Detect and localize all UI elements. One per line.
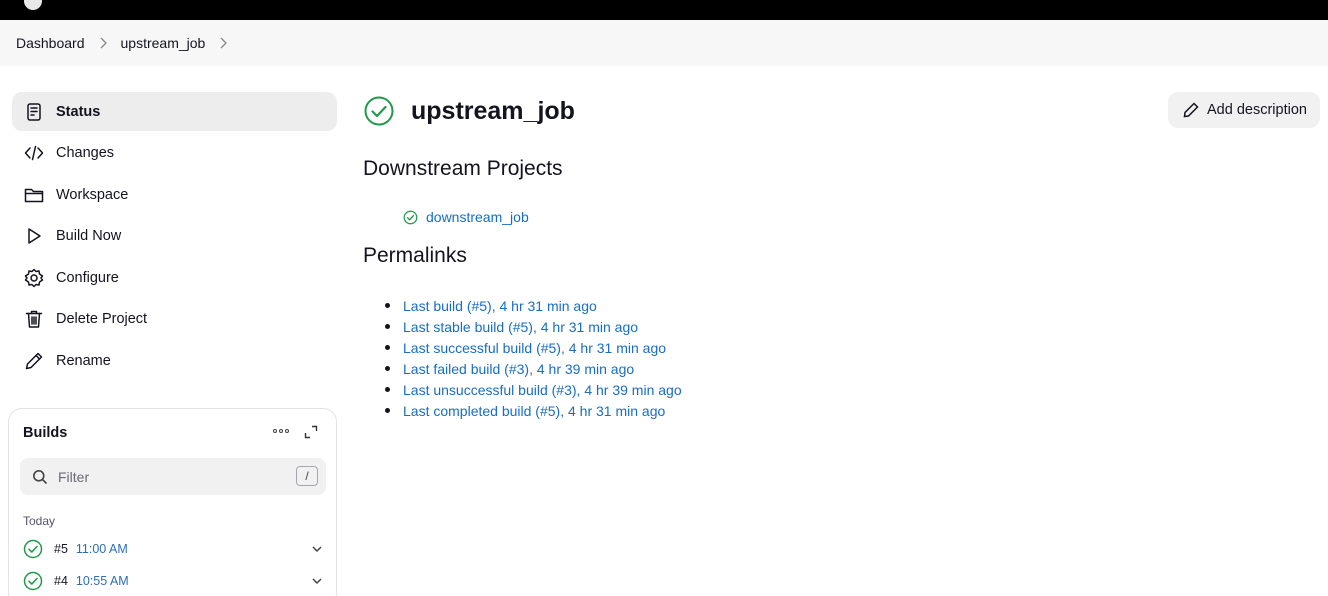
filter-input[interactable] [58,468,278,485]
builds-filter: / [20,458,326,495]
breadcrumb-upstream-job[interactable]: upstream_job [121,35,206,51]
permalink-last-successful-build[interactable]: Last successful build (#5), 4 hr 31 min … [403,340,666,356]
build-row[interactable]: #4 10:55 AM [23,570,323,592]
folder-icon [24,185,44,205]
build-row[interactable]: #5 11:00 AM [23,538,323,560]
permalink-last-build[interactable]: Last build (#5), 4 hr 31 min ago [403,298,597,314]
list-item: Last stable build (#5), 4 hr 31 min ago [385,316,682,337]
sidebar-item-configure[interactable]: Configure [12,258,337,297]
sidebar-item-label: Status [56,103,101,120]
sidebar-item-status[interactable]: Status [12,92,337,131]
gear-icon [24,268,44,288]
sidebar-item-label: Build Now [56,228,122,245]
downstream-projects-heading: Downstream Projects [363,157,563,180]
build-time[interactable]: 10:55 AM [76,574,129,588]
chevron-down-icon[interactable] [311,543,323,555]
breadcrumb: Dashboard upstream_job [0,20,1328,66]
permalink-last-failed-build[interactable]: Last failed build (#3), 4 hr 39 min ago [403,361,634,377]
permalink-last-completed-build[interactable]: Last completed build (#5), 4 hr 31 min a… [403,403,665,419]
expand-icon[interactable] [304,425,318,439]
downstream-project-item: downstream_job [403,209,529,225]
downstream-job-link[interactable]: downstream_job [426,209,529,225]
success-check-icon [363,95,395,127]
permalink-last-unsuccessful-build[interactable]: Last unsuccessful build (#3), 4 hr 39 mi… [403,382,682,398]
search-icon [33,469,48,484]
top-header-bar [0,0,1328,20]
trash-icon [24,309,44,329]
more-options-icon[interactable] [271,423,291,439]
sidebar-item-label: Changes [56,145,115,162]
code-icon [24,143,44,163]
sidebar-item-workspace[interactable]: Workspace [12,175,337,214]
job-header: upstream_job [363,95,575,127]
list-item: Last successful build (#5), 4 hr 31 min … [385,337,682,358]
success-check-icon [403,210,418,225]
sidebar: Status Changes Workspace Build Now Confi… [12,92,337,383]
pencil-icon [24,351,44,371]
breadcrumb-dashboard[interactable]: Dashboard [16,35,85,51]
add-description-button[interactable]: Add description [1168,92,1320,128]
add-description-label: Add description [1207,102,1307,118]
list-item: Last failed build (#3), 4 hr 39 min ago [385,358,682,379]
page-title: upstream_job [411,96,575,125]
jenkins-logo-icon[interactable] [24,0,42,10]
sidebar-item-delete-project[interactable]: Delete Project [12,300,337,339]
keyboard-shortcut-badge: / [296,466,318,486]
sidebar-item-label: Delete Project [56,311,148,328]
build-number[interactable]: #4 [54,574,68,588]
sidebar-item-label: Workspace [56,186,129,203]
chevron-right-icon[interactable] [218,37,228,49]
sidebar-item-rename[interactable]: Rename [12,342,337,381]
builds-title: Builds [23,425,68,441]
success-check-icon [23,539,43,559]
success-check-icon [23,571,43,591]
sidebar-item-label: Configure [56,269,119,286]
list-item: Last unsuccessful build (#3), 4 hr 39 mi… [385,379,682,400]
build-group-label: Today [23,514,56,528]
chevron-right-icon [98,37,108,49]
chevron-down-icon[interactable] [311,575,323,587]
sidebar-item-build-now[interactable]: Build Now [12,217,337,256]
permalinks-list: Last build (#5), 4 hr 31 min ago Last st… [385,295,682,421]
document-icon [24,102,44,122]
sidebar-item-changes[interactable]: Changes [12,134,337,173]
builds-panel: Builds / Today #5 11:00 AM #4 10:55 AM [8,408,337,596]
list-item: Last build (#5), 4 hr 31 min ago [385,295,682,316]
build-time[interactable]: 11:00 AM [76,542,128,556]
pencil-icon [1183,102,1199,118]
list-item: Last completed build (#5), 4 hr 31 min a… [385,400,682,421]
sidebar-item-label: Rename [56,353,111,370]
play-icon [24,226,44,246]
build-number[interactable]: #5 [54,542,68,556]
permalinks-heading: Permalinks [363,244,467,267]
permalink-last-stable-build[interactable]: Last stable build (#5), 4 hr 31 min ago [403,319,638,335]
